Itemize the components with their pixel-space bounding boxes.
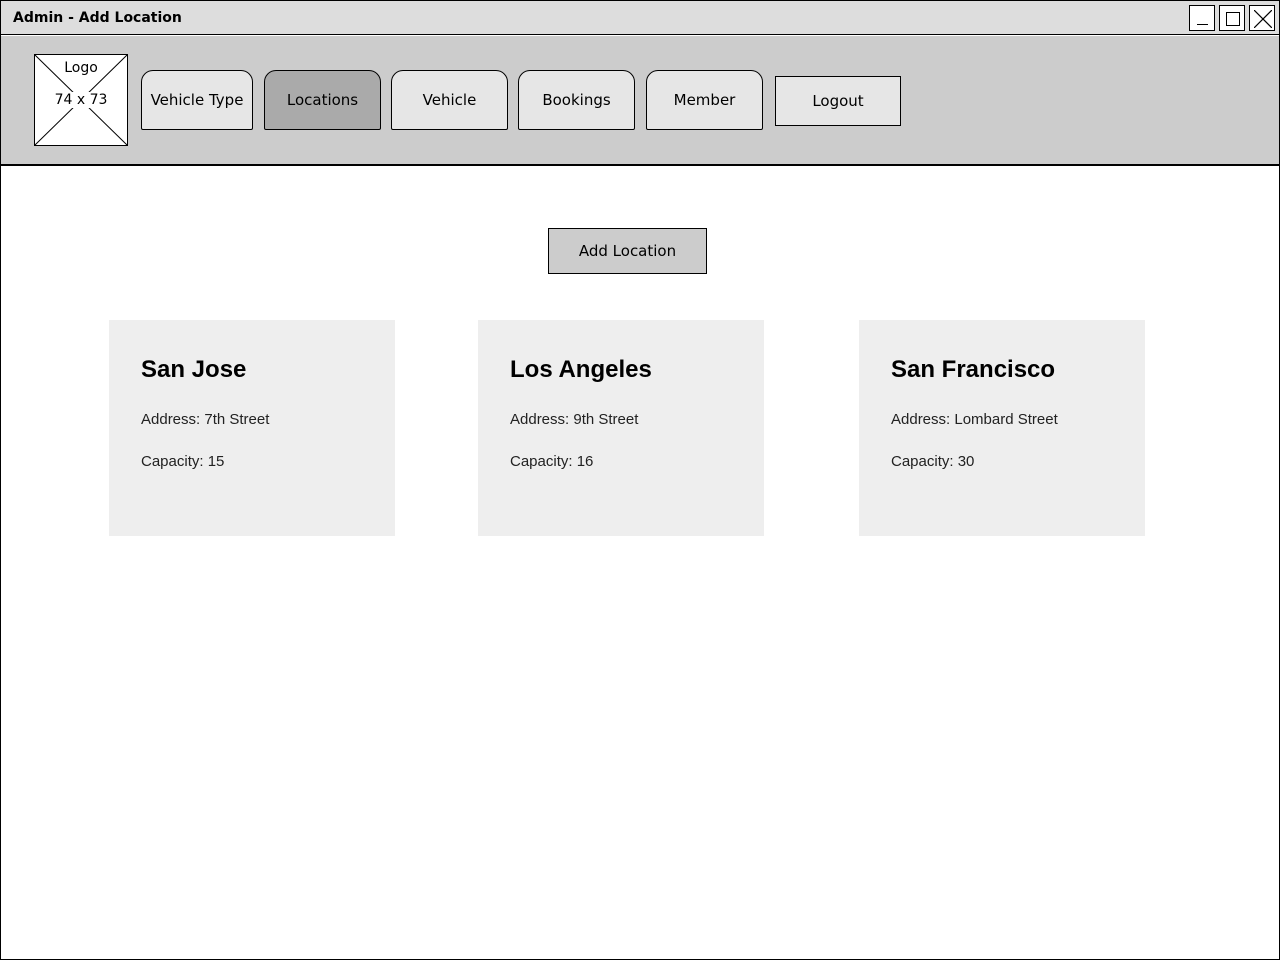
add-location-button[interactable]: Add Location <box>548 228 707 274</box>
logo: Logo 74 x 73 <box>34 54 128 146</box>
app-window: Admin - Add Location Logo 74 x 73 Vehicl… <box>0 0 1280 960</box>
tab-bookings[interactable]: Bookings <box>518 70 635 130</box>
location-card: San Francisco Address: Lombard Street Ca… <box>859 320 1145 536</box>
tab-locations[interactable]: Locations <box>264 70 381 130</box>
location-capacity: Capacity: 16 <box>510 453 594 470</box>
location-card: San Jose Address: 7th Street Capacity: 1… <box>109 320 395 536</box>
tab-vehicle[interactable]: Vehicle <box>391 70 508 130</box>
tab-vehicle-type[interactable]: Vehicle Type <box>141 70 253 130</box>
logout-button[interactable]: Logout <box>775 76 901 126</box>
tab-member[interactable]: Member <box>646 70 763 130</box>
location-name: San Jose <box>141 356 247 383</box>
location-capacity: Capacity: 30 <box>891 453 975 470</box>
location-name: San Francisco <box>891 356 1056 383</box>
nav-bar: Logo 74 x 73 Vehicle Type Locations Vehi… <box>1 36 1279 166</box>
location-address: Address: Lombard Street <box>891 411 1058 428</box>
maximize-icon[interactable] <box>1219 5 1245 31</box>
logo-label: Logo <box>64 60 98 76</box>
location-name: Los Angeles <box>510 356 652 383</box>
title-bar: Admin - Add Location <box>1 1 1279 35</box>
location-capacity: Capacity: 15 <box>141 453 225 470</box>
close-icon[interactable] <box>1249 5 1275 31</box>
logo-size: 74 x 73 <box>50 92 112 108</box>
location-address: Address: 9th Street <box>510 411 639 428</box>
location-address: Address: 7th Street <box>141 411 270 428</box>
location-card: Los Angeles Address: 9th Street Capacity… <box>478 320 764 536</box>
window-title: Admin - Add Location <box>13 10 182 26</box>
minimize-icon[interactable] <box>1189 5 1215 31</box>
